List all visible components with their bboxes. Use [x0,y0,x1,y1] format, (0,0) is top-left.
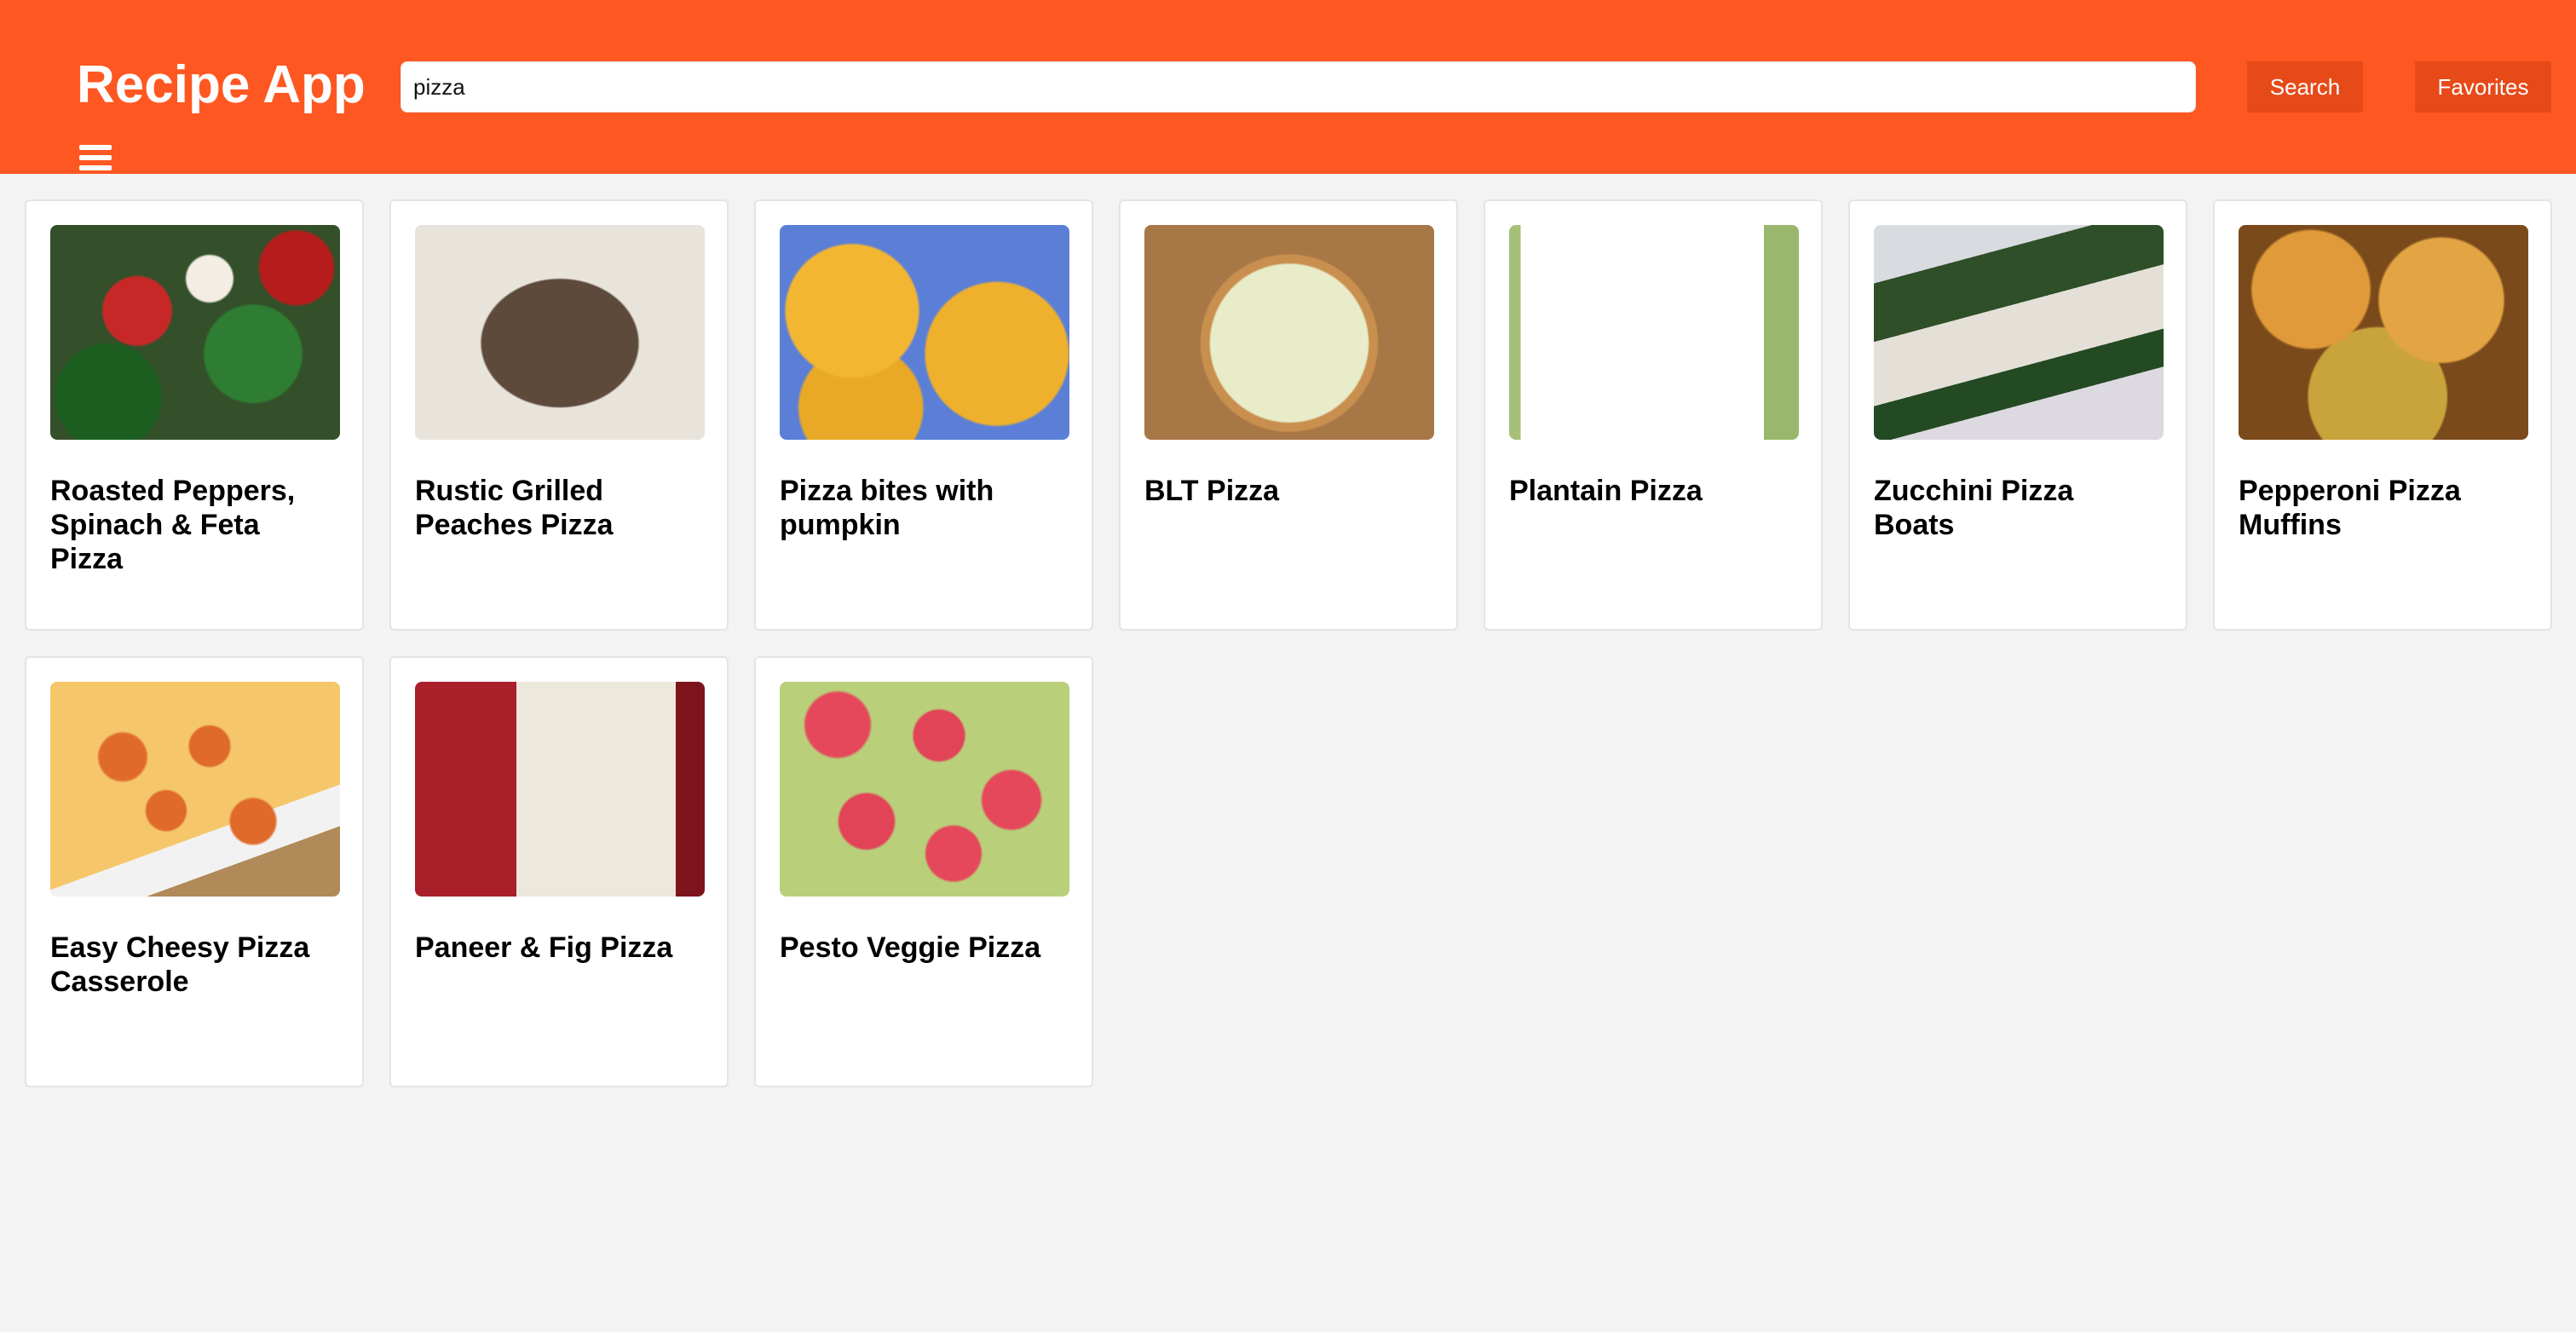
recipe-image[interactable] [780,225,1069,440]
recipe-title: Plantain Pizza [1509,475,1703,507]
recipe-card[interactable]: Zucchini Pizza Boats [1848,199,2187,631]
app-title: Recipe App [77,55,366,114]
recipe-title: Pepperoni Pizza Muffins [2239,475,2461,541]
recipe-image[interactable] [1144,225,1434,440]
recipe-grid: Roasted Peppers, Spinach & Feta Pizza Ru… [25,199,2552,1087]
search-button[interactable]: Search [2247,61,2363,112]
app-header: Recipe App Search Favorites [0,0,2576,174]
favorites-button[interactable]: Favorites [2415,61,2551,112]
recipe-card[interactable]: Pizza bites with pumpkin [754,199,1093,631]
search-input[interactable] [401,61,2196,112]
recipe-title: BLT Pizza [1144,475,1280,507]
recipe-card[interactable]: BLT Pizza [1119,199,1458,631]
recipe-card[interactable]: Rustic Grilled Peaches Pizza [389,199,729,631]
recipe-card[interactable]: Pepperoni Pizza Muffins [2213,199,2552,631]
recipe-title: Roasted Peppers, Spinach & Feta Pizza [50,475,296,575]
recipe-image[interactable] [780,682,1069,897]
recipe-card[interactable]: Easy Cheesy Pizza Casserole [25,656,364,1087]
recipe-title: Easy Cheesy Pizza Casserole [50,931,310,998]
recipe-title: Pesto Veggie Pizza [780,931,1041,964]
recipe-image[interactable] [50,225,340,440]
recipe-card[interactable]: Paneer & Fig Pizza [389,656,729,1087]
recipe-image[interactable] [2239,225,2528,440]
recipe-title: Zucchini Pizza Boats [1874,475,2074,541]
recipe-image[interactable] [1509,225,1799,440]
recipe-title: Rustic Grilled Peaches Pizza [415,475,614,541]
recipe-image[interactable] [50,682,340,897]
recipe-image[interactable] [415,225,705,440]
hamburger-menu-icon[interactable] [79,145,112,174]
recipe-image[interactable] [415,682,705,897]
recipe-title: Paneer & Fig Pizza [415,931,673,964]
recipe-title: Pizza bites with pumpkin [780,475,994,541]
recipe-card[interactable]: Plantain Pizza [1484,199,1823,631]
recipe-image[interactable] [1874,225,2164,440]
recipe-card[interactable]: Roasted Peppers, Spinach & Feta Pizza [25,199,364,631]
recipe-card[interactable]: Pesto Veggie Pizza [754,656,1093,1087]
